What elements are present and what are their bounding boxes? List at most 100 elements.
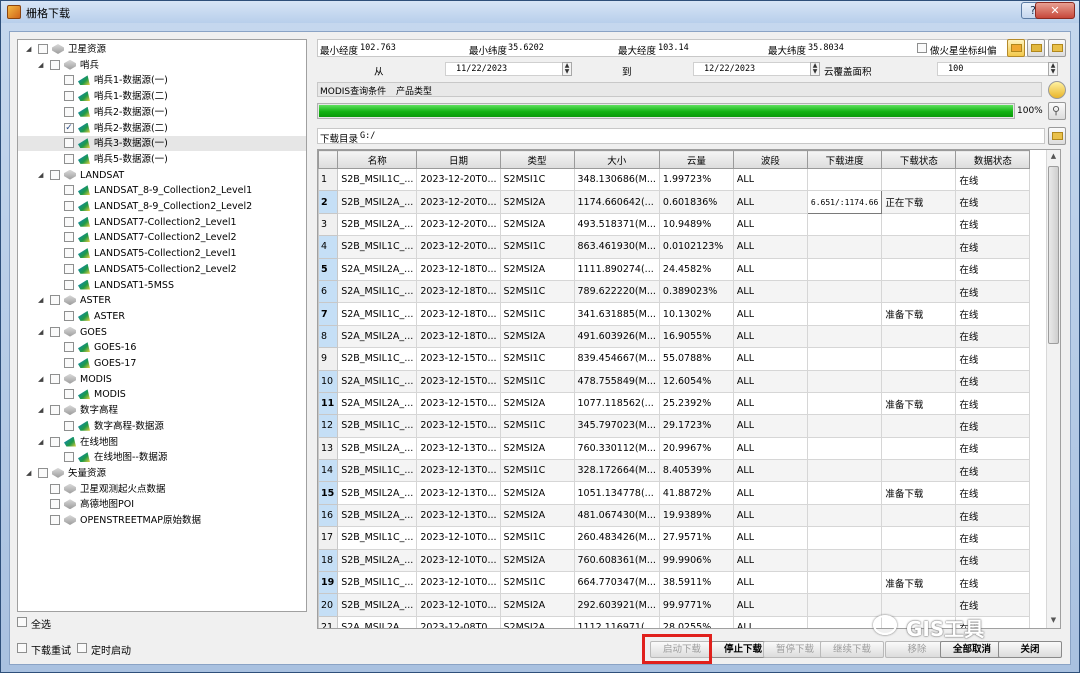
- vertical-scrollbar[interactable]: ▲ ▼: [1046, 150, 1060, 628]
- row-number[interactable]: 7: [318, 302, 339, 326]
- tree-node[interactable]: LANDSAT7-Collection2_Level1: [18, 215, 306, 230]
- tree-checkbox[interactable]: [64, 201, 74, 211]
- resume-download-button[interactable]: 继续下载: [820, 641, 884, 658]
- tree-checkbox[interactable]: [64, 310, 74, 321]
- row-number[interactable]: 1: [318, 167, 339, 192]
- tree-node[interactable]: GOES-17: [18, 356, 306, 371]
- tree-checkbox[interactable]: [64, 232, 74, 243]
- tree-node[interactable]: 哨兵3-数据源(一): [18, 136, 306, 152]
- row-number[interactable]: 9: [318, 347, 339, 371]
- tree-node[interactable]: 哨兵5-数据源(一): [18, 152, 306, 167]
- column-header[interactable]: 下载状态: [881, 150, 957, 169]
- fire-coord-checkbox[interactable]: [917, 43, 927, 53]
- to-date-spinner[interactable]: ▲ ▼: [810, 62, 820, 76]
- tree-checkbox[interactable]: [64, 389, 74, 400]
- column-header[interactable]: 日期: [416, 150, 501, 169]
- tree-node[interactable]: ASTER: [18, 309, 306, 324]
- tree-node[interactable]: ◢ 在线地图: [18, 435, 306, 450]
- tree-checkbox[interactable]: [50, 436, 60, 447]
- row-number[interactable]: 19: [318, 571, 339, 595]
- tree-checkbox[interactable]: [50, 59, 60, 70]
- expand-icon[interactable]: ◢: [26, 469, 34, 477]
- product-type-label[interactable]: 产品类型: [396, 84, 432, 97]
- table-row[interactable]: 15 S2B_MSIL2A_... 2023-12-13T0... S2MSI2A 10…: [318, 481, 1031, 505]
- table-row[interactable]: 19 S2B_MSIL1C_... 2023-12-10T0... S2MSI1C 66…: [318, 571, 1031, 595]
- tree-node[interactable]: ◢ MODIS: [18, 372, 306, 387]
- tree-checkbox[interactable]: [64, 420, 74, 431]
- tree-checkbox[interactable]: [38, 467, 48, 478]
- tree-node[interactable]: 高德地图POI: [18, 497, 306, 512]
- tree-checkbox[interactable]: [50, 405, 60, 416]
- tree-node[interactable]: ✓ 哨兵2-数据源(二): [18, 121, 306, 136]
- expand-icon[interactable]: ◢: [38, 375, 46, 383]
- download-dir-input[interactable]: G:/: [360, 131, 375, 141]
- table-row[interactable]: 2 S2B_MSIL2A_... 2023-12-20T0... S2MSI2A 117…: [318, 190, 1031, 214]
- table-row[interactable]: 4 S2B_MSIL1C_... 2023-12-20T0... S2MSI1C 863…: [318, 235, 1031, 259]
- resource-tree[interactable]: ◢ 卫星资源 ◢ 哨兵 哨兵1-数据源(一) 哨兵1-数据源(二) 哨兵2-数据源(一) ✓ 哨…: [17, 39, 307, 612]
- expand-icon[interactable]: ◢: [38, 171, 46, 179]
- close-button[interactable]: 关闭: [998, 641, 1062, 658]
- timer-checkbox[interactable]: [77, 643, 87, 653]
- tree-node[interactable]: LANDSAT5-Collection2_Level2: [18, 262, 306, 277]
- tree-node[interactable]: ◢ ASTER: [18, 293, 306, 308]
- tree-node[interactable]: 哨兵1-数据源(二): [18, 89, 306, 104]
- tree-node[interactable]: ◢ GOES: [18, 325, 306, 340]
- table-row[interactable]: 14 S2B_MSIL1C_... 2023-12-13T0... S2MSI1C 32…: [318, 459, 1031, 483]
- row-number[interactable]: 18: [318, 548, 339, 573]
- tree-checkbox[interactable]: ✓: [64, 122, 74, 133]
- tree-node[interactable]: 数字高程-数据源: [18, 419, 306, 434]
- tree-checkbox[interactable]: [38, 44, 48, 54]
- tree-checkbox[interactable]: [64, 248, 74, 259]
- table-row[interactable]: 3 S2B_MSIL2A_... 2023-12-20T0... S2MSI2A 493…: [318, 212, 1031, 237]
- row-number[interactable]: 4: [318, 235, 339, 259]
- expand-icon[interactable]: ◢: [38, 296, 46, 304]
- table-row[interactable]: 18 S2B_MSIL2A_... 2023-12-10T0... S2MSI2A 76…: [318, 548, 1031, 573]
- max-lon-input[interactable]: 103.14: [658, 43, 689, 53]
- row-number[interactable]: 11: [318, 391, 339, 416]
- cloud-input[interactable]: 100: [937, 62, 1049, 76]
- table-row[interactable]: 10 S2A_MSIL1C_... 2023-12-15T0... S2MSI1C 47…: [318, 369, 1031, 393]
- choose-dir-button[interactable]: [1048, 127, 1066, 145]
- from-date-spinner[interactable]: ▲ ▼: [562, 62, 572, 76]
- open-shape-button[interactable]: [1048, 39, 1066, 57]
- title-bar[interactable]: 栅格下载 ? ✕: [1, 1, 1079, 23]
- tree-node[interactable]: LANDSAT_8-9_Collection2_Level2: [18, 199, 306, 214]
- tree-checkbox[interactable]: [64, 279, 74, 290]
- column-header[interactable]: 类型: [499, 150, 575, 169]
- table-row[interactable]: 12 S2B_MSIL1C_... 2023-12-15T0... S2MSI1C 34…: [318, 414, 1031, 438]
- tree-checkbox[interactable]: [64, 138, 74, 149]
- expand-icon[interactable]: ◢: [26, 45, 34, 53]
- tree-checkbox[interactable]: [64, 91, 74, 102]
- row-number[interactable]: 5: [318, 257, 339, 281]
- tree-checkbox[interactable]: [50, 483, 60, 494]
- max-lat-input[interactable]: 35.8034: [808, 43, 844, 53]
- tree-checkbox[interactable]: [50, 373, 60, 384]
- pick-extent-button[interactable]: [1007, 39, 1025, 57]
- table-row[interactable]: 1 S2B_MSIL1C_... 2023-12-20T0... S2MSI1C 348…: [318, 167, 1031, 192]
- column-header[interactable]: 云量: [658, 150, 734, 169]
- row-number[interactable]: 3: [318, 212, 339, 237]
- row-number[interactable]: 6: [318, 279, 339, 304]
- table-row[interactable]: 17 S2B_MSIL1C_... 2023-12-10T0... S2MSI1C 26…: [318, 526, 1031, 550]
- retry-checkbox[interactable]: [17, 643, 27, 653]
- expand-icon[interactable]: ◢: [38, 328, 46, 336]
- table-row[interactable]: 13 S2B_MSIL2A_... 2023-12-13T0... S2MSI2A 76…: [318, 436, 1031, 461]
- row-number[interactable]: 10: [318, 369, 339, 393]
- tree-node[interactable]: LANDSAT_8-9_Collection2_Level1: [18, 183, 306, 198]
- row-number[interactable]: 14: [318, 459, 339, 483]
- tree-node[interactable]: LANDSAT1-5MSS: [18, 278, 306, 293]
- column-header[interactable]: 下载进度: [806, 150, 883, 169]
- tree-node[interactable]: MODIS: [18, 387, 306, 402]
- row-number[interactable]: 13: [318, 436, 339, 461]
- query-search-button[interactable]: [1048, 81, 1066, 99]
- tree-node[interactable]: LANDSAT5-Collection2_Level1: [18, 246, 306, 261]
- row-number[interactable]: 8: [318, 324, 339, 349]
- table-row[interactable]: 5 S2A_MSIL2A_... 2023-12-18T0... S2MSI2A 111…: [318, 257, 1031, 281]
- tree-checkbox[interactable]: [50, 499, 60, 510]
- scroll-thumb[interactable]: [1048, 166, 1059, 344]
- row-number[interactable]: 21: [318, 615, 339, 628]
- scroll-up-icon[interactable]: ▲: [1049, 152, 1058, 160]
- tree-node[interactable]: 哨兵2-数据源(一): [18, 105, 306, 120]
- column-header[interactable]: 名称: [337, 150, 418, 169]
- tree-node[interactable]: ◢ 矢量资源: [18, 466, 306, 481]
